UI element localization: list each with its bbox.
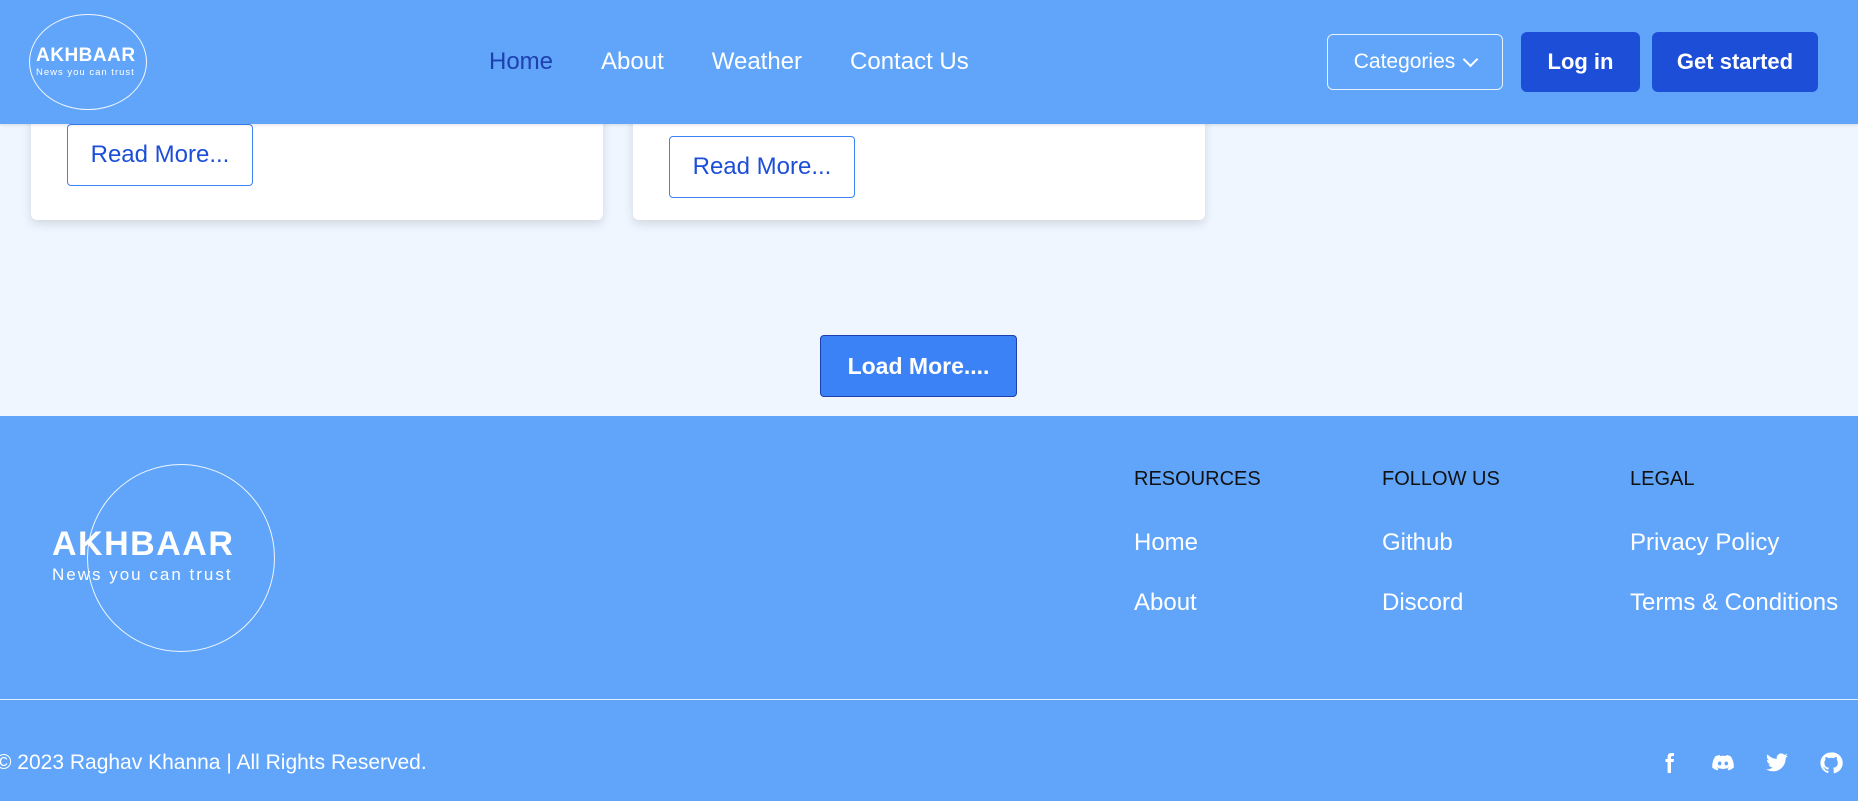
logo[interactable]: AKHBAAR News you can trust bbox=[29, 14, 147, 110]
get-started-button[interactable]: Get started bbox=[1652, 32, 1818, 92]
footer-divider bbox=[0, 699, 1858, 700]
footer-heading-follow-us: FOLLOW US bbox=[1382, 468, 1500, 490]
footer-col-resources: RESOURCES Home About bbox=[1134, 468, 1374, 649]
footer-link-terms[interactable]: Terms & Conditions bbox=[1630, 589, 1858, 617]
categories-dropdown[interactable]: Categories bbox=[1327, 34, 1503, 90]
nav-link-about[interactable]: About bbox=[601, 48, 664, 76]
load-more-button[interactable]: Load More.... bbox=[820, 335, 1017, 397]
logo-brand: AKHBAAR bbox=[36, 45, 136, 66]
navbar: AKHBAAR News you can trust Home About We… bbox=[0, 0, 1858, 124]
footer-link-github[interactable]: Github bbox=[1382, 529, 1622, 557]
footer-link-about[interactable]: About bbox=[1134, 589, 1374, 617]
footer-link-home[interactable]: Home bbox=[1134, 529, 1374, 557]
nav-link-contact[interactable]: Contact Us bbox=[850, 48, 969, 76]
login-button[interactable]: Log in bbox=[1521, 32, 1640, 92]
discord-icon[interactable] bbox=[1710, 750, 1736, 776]
read-more-button[interactable]: Read More... bbox=[67, 124, 253, 186]
footer: AKHBAAR News you can trust RESOURCES Hom… bbox=[0, 416, 1858, 801]
nav-link-home[interactable]: Home bbox=[489, 48, 553, 76]
footer-col-follow-us: FOLLOW US Github Discord bbox=[1382, 468, 1622, 649]
categories-label: Categories bbox=[1353, 50, 1456, 73]
copyright-text: © 2023 Raghav Khanna | All Rights Reserv… bbox=[0, 751, 427, 774]
github-icon[interactable] bbox=[1818, 750, 1844, 776]
footer-link-discord[interactable]: Discord bbox=[1382, 589, 1622, 617]
logo-tagline: News you can trust bbox=[36, 67, 135, 78]
footer-col-legal: LEGAL Privacy Policy Terms & Conditions bbox=[1630, 468, 1858, 649]
footer-heading-resources: RESOURCES bbox=[1134, 468, 1261, 490]
facebook-icon[interactable] bbox=[1656, 750, 1682, 776]
twitter-icon[interactable] bbox=[1764, 750, 1790, 776]
social-links bbox=[1656, 750, 1844, 776]
chevron-down-icon bbox=[1463, 51, 1479, 67]
footer-heading-legal: LEGAL bbox=[1630, 468, 1695, 490]
footer-link-privacy[interactable]: Privacy Policy bbox=[1630, 529, 1858, 557]
card-excerpt bbox=[669, 122, 1169, 136]
nav-link-weather[interactable]: Weather bbox=[712, 48, 802, 76]
main-nav: Home About Weather Contact Us bbox=[489, 48, 1017, 76]
footer-logo-tagline: News you can trust bbox=[52, 565, 233, 584]
footer-logo-brand: AKHBAAR bbox=[52, 525, 235, 563]
read-more-button[interactable]: Read More... bbox=[669, 136, 855, 198]
footer-logo[interactable]: AKHBAAR News you can trust bbox=[52, 464, 275, 652]
